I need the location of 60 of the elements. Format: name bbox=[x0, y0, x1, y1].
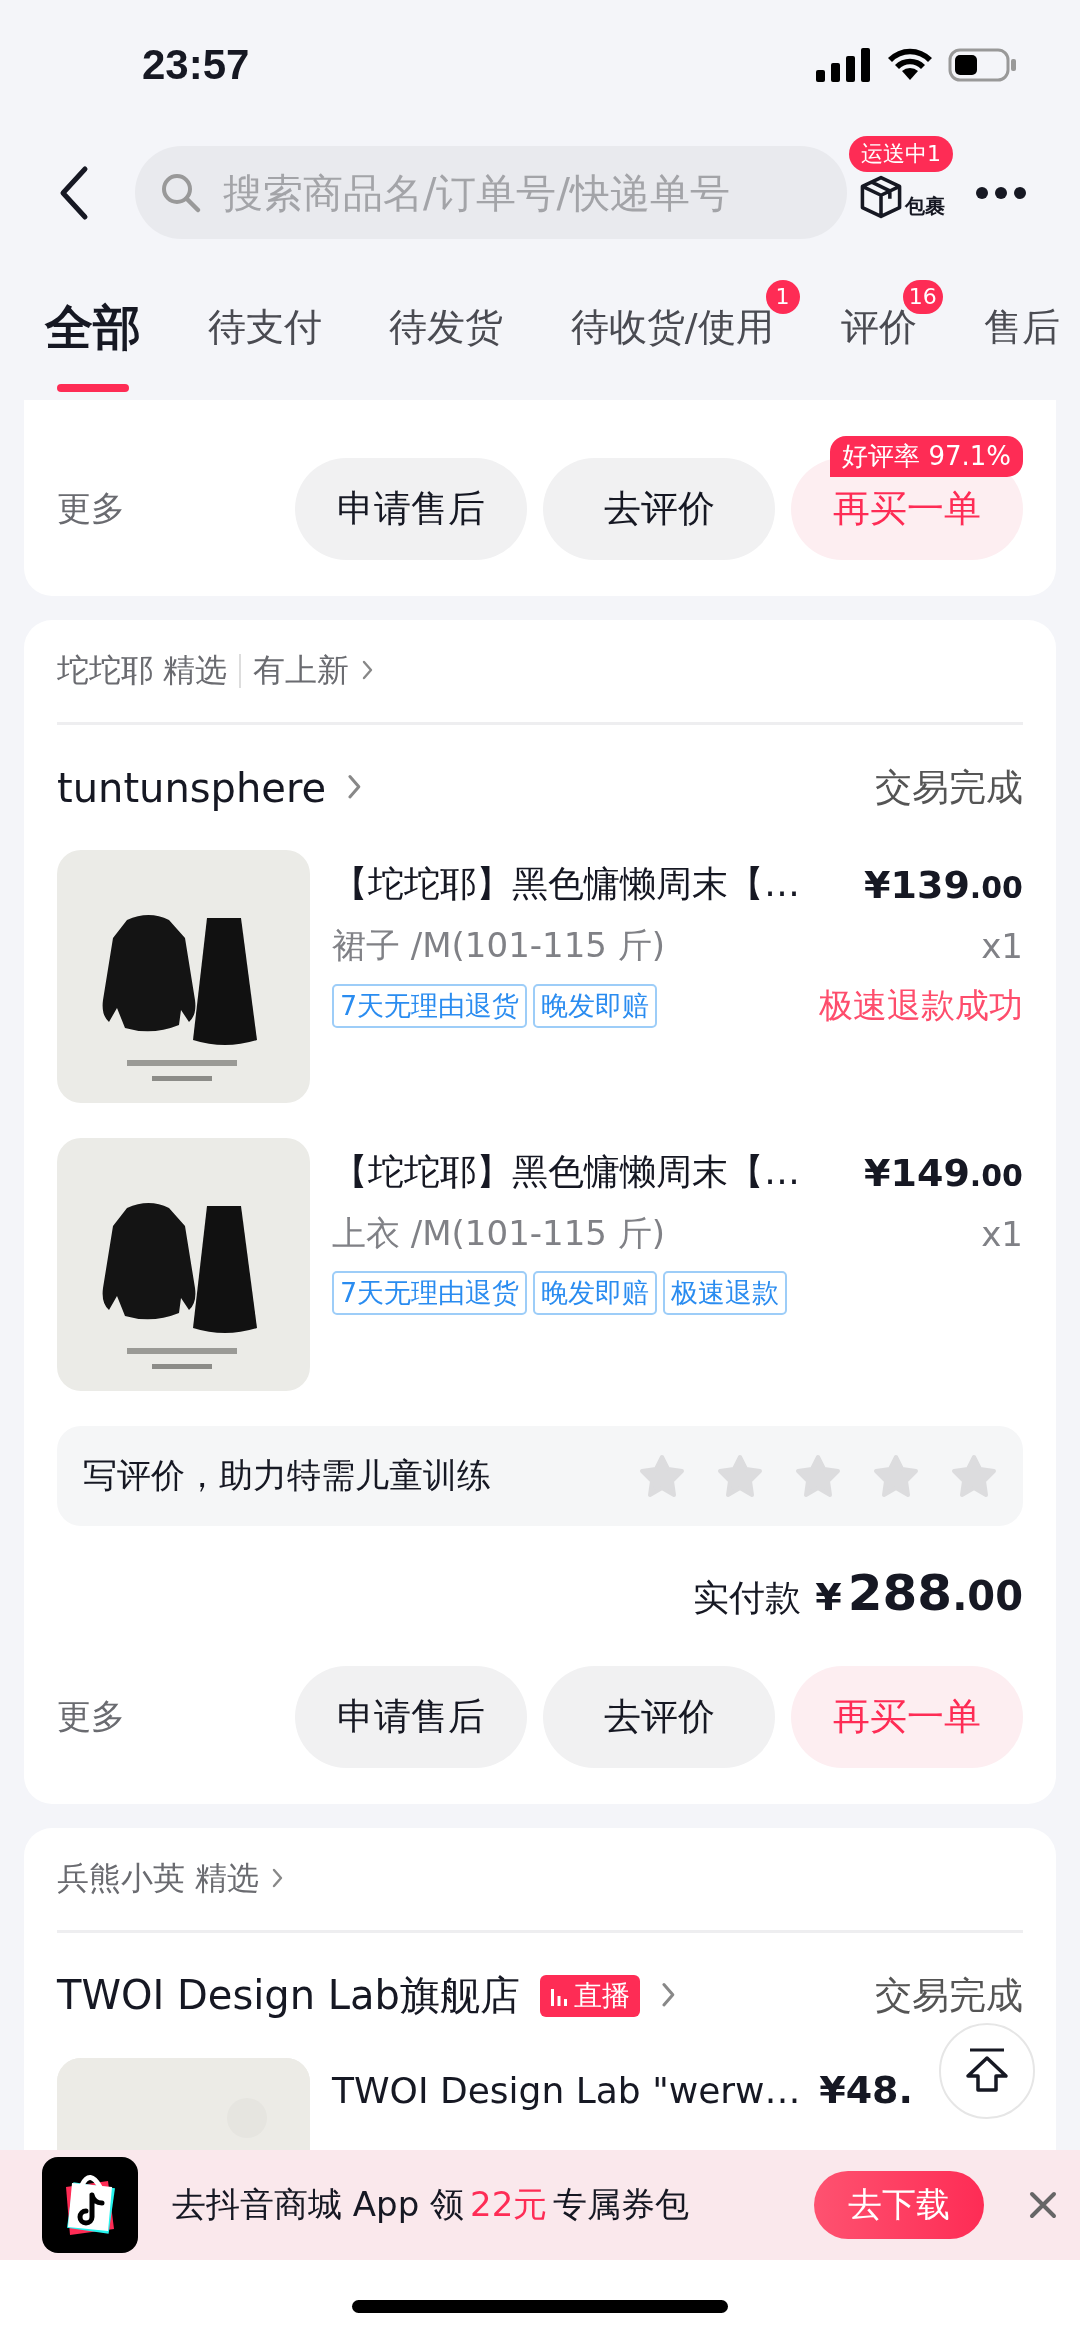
star-icon[interactable] bbox=[873, 1454, 919, 1498]
package-button[interactable]: 包裹 bbox=[857, 173, 945, 220]
live-badge: 直播 bbox=[540, 1974, 640, 2017]
product-spec: 裙子 /M(101-115 斤) bbox=[332, 924, 665, 967]
shop-source[interactable]: 坨坨耶 精选 bbox=[57, 649, 228, 693]
order-status: 交易完成 bbox=[875, 1972, 1023, 2019]
review-prompt: 写评价，助力特需儿童训练 bbox=[83, 1454, 491, 1497]
more-link[interactable]: 更多 bbox=[57, 1694, 125, 1740]
price: ¥139.00 bbox=[864, 862, 1023, 907]
total-label: 实付款 bbox=[693, 1576, 802, 1620]
tab[interactable]: 待支付 bbox=[208, 282, 323, 373]
order-status: 交易完成 bbox=[875, 764, 1023, 811]
star-icon[interactable] bbox=[717, 1454, 763, 1498]
new-arrivals-link[interactable]: 有上新 bbox=[253, 649, 350, 693]
service-tag: 晚发即赔 bbox=[533, 1271, 658, 1315]
star-icon[interactable] bbox=[795, 1454, 841, 1498]
status-badge: 运送中1 bbox=[849, 135, 953, 172]
search-icon bbox=[159, 171, 203, 215]
service-tag: 极速退款 bbox=[663, 1271, 788, 1315]
star-icon[interactable] bbox=[951, 1454, 997, 1498]
refund-status: 极速退款成功 bbox=[819, 984, 1023, 1027]
total-amount: ¥288.00 bbox=[815, 1564, 1023, 1622]
quantity: x1 bbox=[981, 926, 1023, 966]
product-title[interactable]: 【坨坨耶】黑色慵懒周末【… bbox=[332, 860, 800, 909]
product-spec: 上衣 /M(101-115 斤) bbox=[332, 1212, 665, 1255]
promo-text: 去抖音商城 App 领 22元 专属券包 bbox=[172, 2183, 691, 2226]
star-rating[interactable] bbox=[639, 1454, 997, 1498]
service-tag: 晚发即赔 bbox=[533, 984, 658, 1028]
service-tag: 7天无理由退货 bbox=[332, 1271, 528, 1315]
quantity: x1 bbox=[981, 1214, 1023, 1254]
review-prompt-panel[interactable]: 写评价，助力特需儿童训练 bbox=[57, 1426, 1023, 1526]
store-name[interactable]: TWOI Design Lab旗舰店 bbox=[57, 1968, 520, 2023]
star-icon[interactable] bbox=[639, 1454, 685, 1498]
back-to-top-button[interactable] bbox=[938, 2022, 1036, 2120]
clock-time: 23:57 bbox=[142, 41, 250, 89]
action-button[interactable]: 申请售后 bbox=[295, 458, 527, 560]
price: ¥48. bbox=[819, 2068, 914, 2112]
signal-icon bbox=[816, 48, 872, 82]
wifi-icon bbox=[886, 48, 934, 82]
more-link[interactable]: 更多 bbox=[57, 486, 125, 532]
tab[interactable]: 全部 bbox=[45, 275, 141, 380]
action-button[interactable]: 去评价 bbox=[543, 1666, 775, 1768]
tab-indicator bbox=[57, 383, 129, 392]
battery-icon bbox=[948, 48, 1018, 82]
rating-badge: 好评率 97.1% bbox=[830, 436, 1023, 477]
price: ¥149.00 bbox=[864, 1150, 1023, 1195]
app-icon[interactable] bbox=[42, 2157, 138, 2253]
product-title[interactable]: 【坨坨耶】黑色慵懒周末【… bbox=[332, 1148, 800, 1197]
home-indicator[interactable] bbox=[352, 2300, 728, 2313]
search-field[interactable]: 搜索商品名/订单号/快递单号 bbox=[135, 146, 847, 239]
action-button[interactable]: 申请售后 bbox=[295, 1666, 527, 1768]
product-title[interactable]: TWOI Design Lab "werw… bbox=[332, 2069, 801, 2111]
store-name[interactable]: tuntunsphere bbox=[57, 764, 327, 811]
service-tag: 7天无理由退货 bbox=[332, 984, 528, 1028]
more-icon[interactable] bbox=[975, 185, 1027, 200]
close-icon[interactable] bbox=[1028, 2190, 1058, 2220]
tab[interactable]: 待发货 bbox=[389, 282, 504, 373]
shop-source[interactable]: 兵熊小英 精选 bbox=[57, 1857, 260, 1901]
tab[interactable]: 售后 bbox=[984, 282, 1060, 373]
action-button[interactable]: 去评价 bbox=[543, 458, 775, 560]
